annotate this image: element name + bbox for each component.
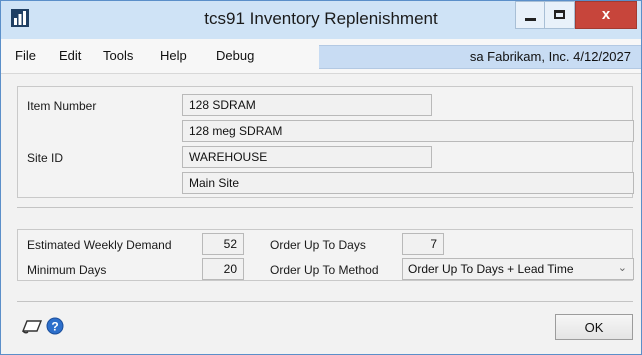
order-up-to-days-label: Order Up To Days [270, 238, 366, 252]
minimum-days-field[interactable]: 20 [202, 258, 244, 280]
menu-tools[interactable]: Tools [103, 48, 133, 63]
company-info: sa Fabrikam, Inc. 4/12/2027 [469, 49, 631, 64]
maximize-button[interactable] [545, 1, 575, 29]
order-up-to-method-label: Order Up To Method [270, 263, 379, 277]
item-number-field[interactable]: 128 SDRAM [182, 94, 432, 116]
menu-help[interactable]: Help [160, 48, 187, 63]
order-up-to-method-value: Order Up To Days + Lead Time [408, 262, 574, 276]
estimated-weekly-demand-label: Estimated Weekly Demand [27, 238, 172, 252]
close-icon: x [601, 6, 611, 23]
site-description-field: Main Site [182, 172, 634, 194]
menu-debug[interactable]: Debug [216, 48, 254, 63]
window: tcs91 Inventory Replenishment x File Edi… [0, 0, 642, 355]
minimize-button[interactable] [515, 1, 545, 29]
estimated-weekly-demand-field[interactable]: 52 [202, 233, 244, 255]
order-up-to-days-field[interactable]: 7 [402, 233, 444, 255]
svg-text:?: ? [51, 320, 58, 334]
title-bar: tcs91 Inventory Replenishment x [1, 1, 641, 39]
site-id-label: Site ID [27, 151, 64, 165]
ok-button[interactable]: OK [555, 314, 633, 340]
menu-bar: File Edit Tools Help Debug sa Fabrikam, … [1, 39, 641, 74]
chevron-down-icon[interactable]: ⌄ [618, 261, 627, 274]
order-up-to-method-select[interactable]: Order Up To Days + Lead Time ⌄ [402, 258, 634, 280]
maximize-icon [554, 10, 565, 19]
menu-edit[interactable]: Edit [59, 48, 81, 63]
minimum-days-label: Minimum Days [27, 263, 107, 277]
minimize-icon [525, 18, 536, 21]
footer-divider [17, 301, 633, 302]
item-description-field: 128 meg SDRAM [182, 120, 634, 142]
note-icon[interactable] [21, 317, 43, 338]
section-divider [17, 207, 633, 208]
close-button[interactable]: x [575, 1, 637, 29]
item-site-panel: Item Number 128 SDRAM 128 meg SDRAM Site… [17, 86, 634, 198]
demand-panel: Estimated Weekly Demand 52 Minimum Days … [17, 229, 634, 281]
company-info-band: sa Fabrikam, Inc. 4/12/2027 [319, 45, 641, 69]
menu-file[interactable]: File [15, 48, 36, 63]
site-id-field[interactable]: WAREHOUSE [182, 146, 432, 168]
item-number-label: Item Number [27, 99, 97, 113]
help-icon[interactable]: ? [46, 317, 64, 338]
